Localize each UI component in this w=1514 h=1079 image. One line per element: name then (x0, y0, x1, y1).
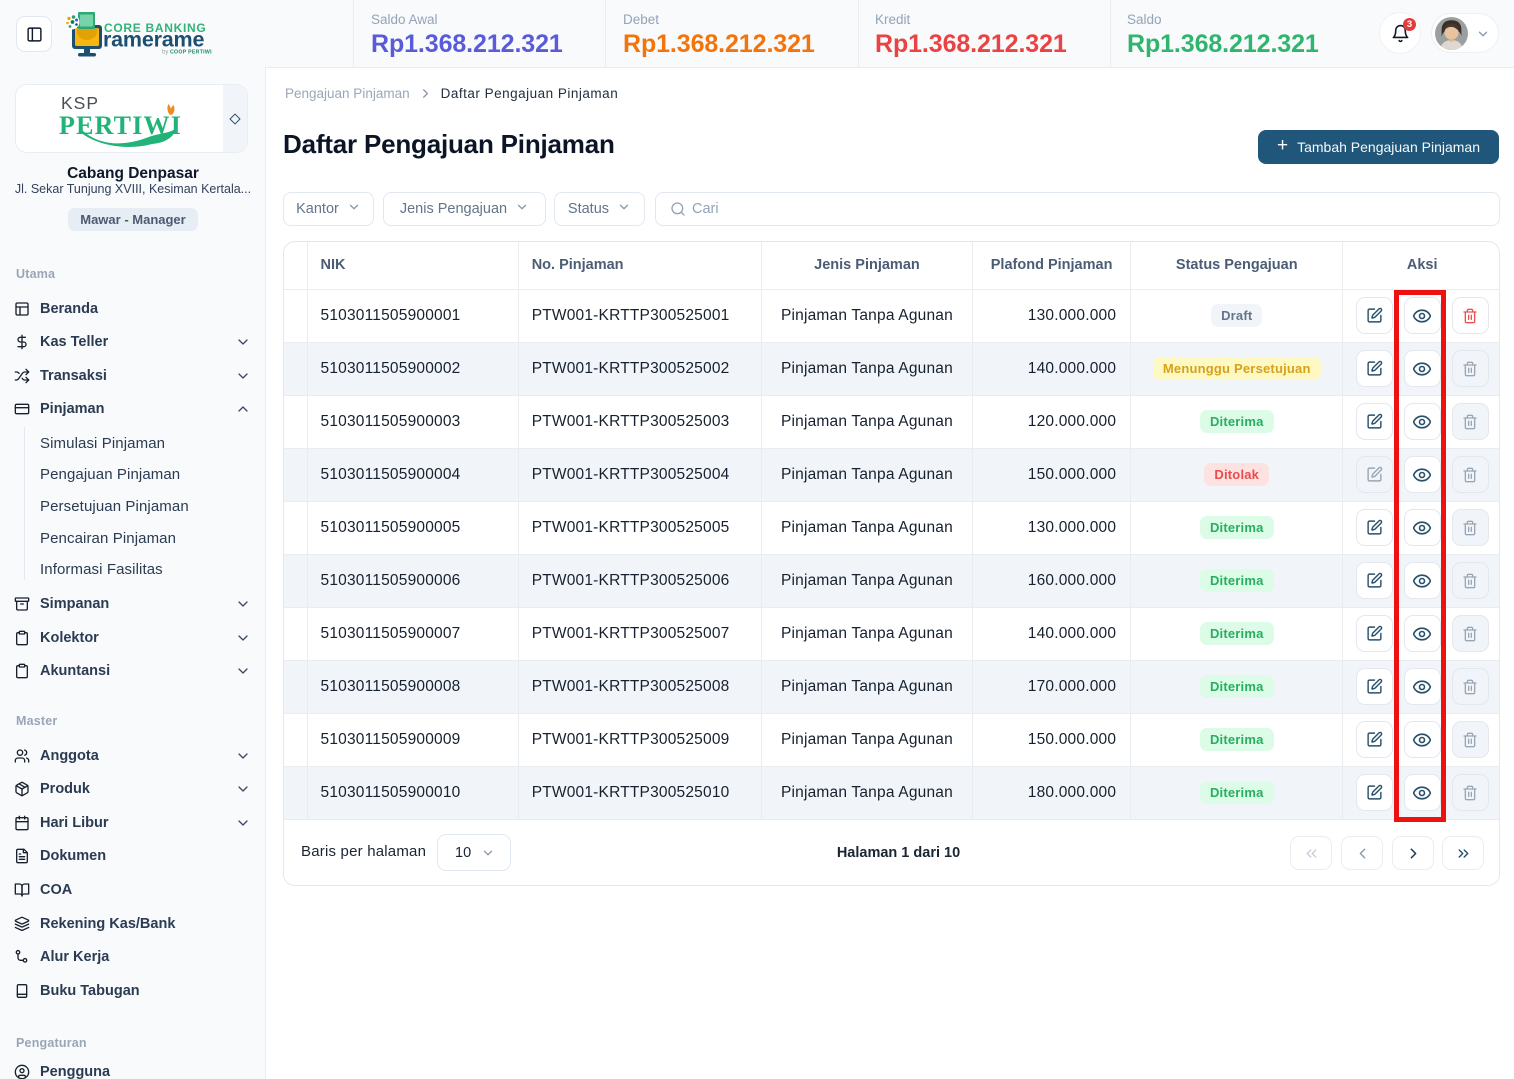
svg-text:by: by (162, 50, 168, 56)
svg-text:COOP PERTIWI: COOP PERTIWI (170, 50, 212, 56)
svg-text:KSP: KSP (61, 93, 99, 113)
svg-text:ramerame: ramerame (103, 28, 204, 52)
